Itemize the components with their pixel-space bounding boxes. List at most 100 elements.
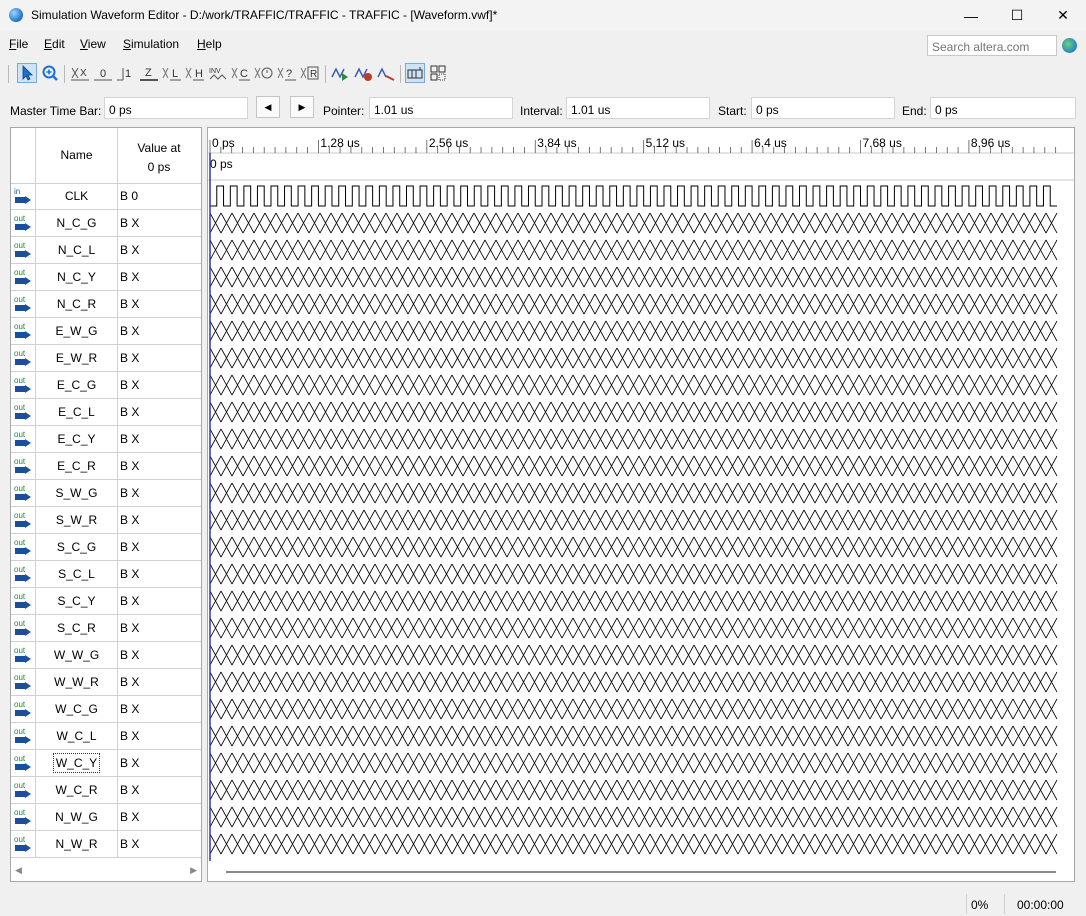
minimize-button[interactable]: — — [948, 0, 994, 31]
unknown-waveform[interactable] — [209, 266, 1058, 288]
menu-simulation[interactable]: Simulation — [123, 37, 179, 51]
unknown-waveform[interactable] — [209, 617, 1058, 639]
signal-row[interactable]: out S_C_L B X — [11, 561, 201, 588]
invert-icon[interactable]: INV — [208, 63, 228, 83]
unknown-waveform[interactable] — [209, 212, 1058, 234]
signal-row[interactable]: out N_C_L B X — [11, 237, 201, 264]
signal-name[interactable]: N_C_L — [35, 237, 118, 263]
signal-row[interactable]: out N_W_R B X — [11, 831, 201, 858]
signal-row[interactable]: out W_C_Y B X — [11, 750, 201, 777]
signal-name[interactable]: N_C_Y — [35, 264, 118, 290]
signal-name[interactable]: E_C_Y — [35, 426, 118, 452]
scroll-right-arrow[interactable]: ▶ — [190, 865, 197, 876]
signal-name[interactable]: W_C_G — [35, 696, 118, 722]
signal-name[interactable]: W_W_R — [35, 669, 118, 695]
signal-name[interactable]: CLK — [35, 183, 118, 209]
forcing-high-icon[interactable]: 1 — [116, 63, 136, 83]
unknown-waveform[interactable] — [209, 482, 1058, 504]
signal-row[interactable]: out W_W_R B X — [11, 669, 201, 696]
unknown-waveform[interactable] — [209, 833, 1058, 855]
signal-row[interactable]: out W_C_R B X — [11, 777, 201, 804]
signal-name[interactable]: E_W_G — [35, 318, 118, 344]
menu-file[interactable]: File — [9, 37, 28, 51]
unknown-waveform[interactable] — [209, 374, 1058, 396]
signal-list-scrollbar[interactable]: ◀ ▶ — [11, 862, 201, 881]
unknown-waveform[interactable] — [209, 752, 1058, 774]
unknown-waveform[interactable] — [209, 401, 1058, 423]
unknown-waveform[interactable] — [209, 347, 1058, 369]
signal-row[interactable]: out E_C_Y B X — [11, 426, 201, 453]
signal-row[interactable]: in CLK B 0 — [11, 183, 201, 210]
unknown-waveform[interactable] — [209, 455, 1058, 477]
signal-name[interactable]: E_C_R — [35, 453, 118, 479]
unknown-waveform[interactable] — [209, 563, 1058, 585]
signal-row[interactable]: out W_C_L B X — [11, 723, 201, 750]
signal-name[interactable]: W_C_Y — [35, 750, 118, 776]
signal-row[interactable]: out S_C_R B X — [11, 615, 201, 642]
signal-name[interactable]: W_C_R — [35, 777, 118, 803]
unknown-waveform[interactable] — [209, 725, 1058, 747]
run-timing-simulation-icon[interactable] — [353, 63, 373, 83]
signal-name[interactable]: S_C_R — [35, 615, 118, 641]
signal-row[interactable]: out N_C_R B X — [11, 291, 201, 318]
unknown-waveform[interactable] — [209, 428, 1058, 450]
unknown-waveform[interactable] — [209, 239, 1058, 261]
random-value-icon[interactable]: R — [300, 63, 320, 83]
signal-name[interactable]: E_C_G — [35, 372, 118, 398]
signal-name[interactable]: N_C_G — [35, 210, 118, 236]
globe-icon[interactable] — [1062, 38, 1077, 53]
signal-row[interactable]: out W_W_G B X — [11, 642, 201, 669]
signal-name[interactable]: S_C_G — [35, 534, 118, 560]
signal-name[interactable]: N_W_G — [35, 804, 118, 830]
selection-tool-icon[interactable] — [17, 63, 37, 83]
unknown-waveform[interactable] — [209, 644, 1058, 666]
signal-row[interactable]: out S_C_Y B X — [11, 588, 201, 615]
signal-row[interactable]: out S_W_R B X — [11, 507, 201, 534]
unknown-waveform[interactable] — [209, 536, 1058, 558]
menu-edit[interactable]: Edit — [44, 37, 65, 51]
generate-netlist-icon[interactable] — [376, 63, 396, 83]
signal-row[interactable]: out W_C_G B X — [11, 696, 201, 723]
signal-row[interactable]: out N_C_G B X — [11, 210, 201, 237]
clock-waveform[interactable] — [210, 185, 1057, 207]
search-input[interactable] — [930, 37, 1058, 56]
run-functional-simulation-icon[interactable] — [330, 63, 350, 83]
grid-settings-icon[interactable] — [428, 63, 448, 83]
unknown-waveform[interactable] — [209, 509, 1058, 531]
maximize-button[interactable]: ☐ — [994, 0, 1040, 31]
signal-name[interactable]: E_C_L — [35, 399, 118, 425]
next-transition-button[interactable]: ▶ — [290, 96, 314, 118]
signal-row[interactable]: out S_W_G B X — [11, 480, 201, 507]
unknown-waveform[interactable] — [209, 698, 1058, 720]
signal-name[interactable]: E_W_R — [35, 345, 118, 371]
count-value-icon[interactable]: C — [231, 63, 251, 83]
close-button[interactable]: ✕ — [1040, 0, 1086, 31]
unknown-waveform[interactable] — [209, 590, 1058, 612]
unknown-waveform[interactable] — [209, 293, 1058, 315]
menu-view[interactable]: View — [80, 37, 106, 51]
signal-row[interactable]: out E_W_G B X — [11, 318, 201, 345]
master-time-bar-field[interactable]: 0 ps — [104, 97, 248, 119]
unknown-waveform[interactable] — [209, 320, 1058, 342]
zoom-tool-icon[interactable] — [40, 63, 60, 83]
name-column-header[interactable]: Name — [35, 128, 118, 183]
signal-row[interactable]: out N_C_Y B X — [11, 264, 201, 291]
weak-high-icon[interactable]: H — [185, 63, 205, 83]
unknown-waveform[interactable] — [209, 806, 1058, 828]
signal-name[interactable]: W_W_G — [35, 642, 118, 668]
search-box[interactable] — [927, 35, 1058, 56]
waveform-canvas[interactable]: 0 ps 1.28 us 2.56 us 3.84 us 5.12 us 6.4 us 7.… — [208, 128, 1074, 881]
signal-row[interactable]: out S_C_G B X — [11, 534, 201, 561]
weak-low-icon[interactable]: L — [162, 63, 182, 83]
forcing-unknown-icon[interactable]: X — [70, 63, 90, 83]
high-impedance-icon[interactable]: Z — [139, 63, 159, 83]
signal-name[interactable]: S_C_L — [35, 561, 118, 587]
signal-row[interactable]: out E_C_L B X — [11, 399, 201, 426]
value-column-header[interactable]: Value at 0 ps — [117, 139, 201, 177]
overwrite-clock-icon[interactable] — [254, 63, 274, 83]
menu-help[interactable]: Help — [197, 37, 222, 51]
signal-name[interactable]: S_W_R — [35, 507, 118, 533]
unknown-waveform[interactable] — [209, 779, 1058, 801]
signal-row[interactable]: out E_C_R B X — [11, 453, 201, 480]
forcing-low-icon[interactable]: 0 — [93, 63, 113, 83]
